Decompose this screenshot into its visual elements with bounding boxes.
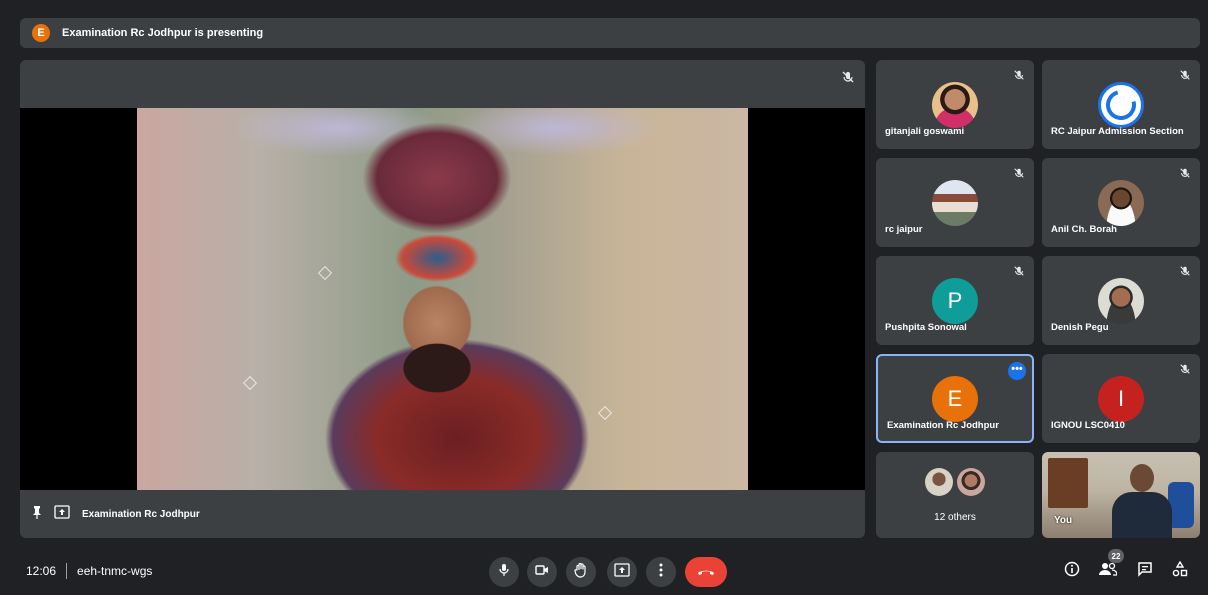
avatar: E <box>932 376 978 422</box>
participant-tile[interactable]: gitanjali goswami <box>876 60 1034 149</box>
present-button[interactable] <box>607 557 637 587</box>
meeting-code: eeh-tnmc-wgs <box>77 564 153 578</box>
self-view-tile[interactable]: You <box>1042 452 1200 538</box>
activities-button[interactable] <box>1168 559 1192 583</box>
presenter-avatar: E <box>32 24 50 42</box>
raise-hand-button[interactable] <box>566 557 596 587</box>
self-video <box>1112 462 1172 538</box>
mic-off-icon <box>841 70 855 89</box>
main-tile-footer: Examination Rc Jodhpur <box>20 490 865 538</box>
avatar <box>1098 180 1144 226</box>
mic-off-icon <box>1179 264 1191 282</box>
mic-off-icon <box>1013 166 1025 184</box>
people-icon <box>1099 562 1118 581</box>
camera-button[interactable] <box>527 557 557 587</box>
chat-icon <box>1137 561 1153 582</box>
participant-name: Denish Pegu <box>1051 322 1109 333</box>
pin-icon[interactable] <box>30 505 44 524</box>
meeting-time: 12:06 <box>26 564 57 578</box>
avatar <box>957 468 985 496</box>
decor-shape <box>597 405 613 421</box>
presenting-banner: E Examination Rc Jodhpur is presenting <box>20 18 1200 48</box>
others-tile[interactable]: 12 others <box>876 452 1034 538</box>
background-shelf <box>1048 458 1088 508</box>
meeting-info-button[interactable] <box>1060 559 1084 583</box>
present-icon <box>614 562 630 582</box>
more-options-button[interactable] <box>646 557 676 587</box>
participant-tile[interactable]: I IGNOU LSC0410 <box>1042 354 1200 443</box>
camera-icon <box>535 563 549 581</box>
mic-button[interactable] <box>489 557 519 587</box>
mic-icon <box>498 563 510 582</box>
presenter-name: Examination Rc Jodhpur <box>82 508 200 520</box>
end-call-button[interactable] <box>685 557 727 587</box>
participant-name: Pushpita Sonowal <box>885 322 967 333</box>
shared-screen-video <box>20 108 865 490</box>
participant-name: Anil Ch. Borah <box>1051 224 1117 235</box>
activities-icon <box>1172 560 1188 582</box>
main-presentation-tile[interactable]: Examination Rc Jodhpur <box>20 60 865 538</box>
avatar <box>932 82 978 128</box>
video-frame <box>137 108 748 490</box>
mic-off-icon <box>1013 264 1025 282</box>
participant-tile[interactable]: rc jaipur <box>876 158 1034 247</box>
avatar <box>1098 278 1144 324</box>
bottom-toolbar: 12:06 eeh-tnmc-wgs <box>0 545 1208 595</box>
participant-tile[interactable]: RC Jaipur Admission Section <box>1042 60 1200 149</box>
participant-tile[interactable]: P Pushpita Sonowal <box>876 256 1034 345</box>
self-label: You <box>1054 515 1073 526</box>
participant-name: IGNOU LSC0410 <box>1051 420 1125 431</box>
presenting-screen-icon <box>54 504 70 524</box>
participant-name: gitanjali goswami <box>885 126 965 137</box>
decor-shape <box>317 265 333 281</box>
participant-name: rc jaipur <box>885 224 923 235</box>
mic-off-icon <box>1179 68 1191 86</box>
mic-off-icon <box>1179 166 1191 184</box>
info-icon <box>1064 561 1080 582</box>
participant-tile[interactable]: Denish Pegu <box>1042 256 1200 345</box>
more-options-button[interactable]: ••• <box>1008 362 1026 380</box>
participant-name: Examination Rc Jodhpur <box>887 420 999 431</box>
others-avatars <box>925 468 985 496</box>
avatar: I <box>1098 376 1144 422</box>
participant-tile[interactable]: Anil Ch. Borah <box>1042 158 1200 247</box>
participant-tile-active[interactable]: ••• E Examination Rc Jodhpur <box>876 354 1034 443</box>
raise-hand-icon <box>574 562 588 583</box>
presenting-text: Examination Rc Jodhpur is presenting <box>62 27 264 39</box>
mic-off-icon <box>1013 68 1025 86</box>
decor-shape <box>242 375 258 391</box>
others-count: 12 others <box>934 512 976 523</box>
avatar <box>932 180 978 226</box>
mic-off-icon <box>1179 362 1191 380</box>
ignou-logo-icon <box>1098 82 1144 128</box>
avatar <box>925 468 953 496</box>
avatar: P <box>932 278 978 324</box>
more-vert-icon <box>659 563 663 582</box>
chat-button[interactable] <box>1133 559 1157 583</box>
people-count-badge: 22 <box>1108 549 1124 563</box>
participant-name: RC Jaipur Admission Section <box>1051 126 1184 137</box>
end-call-icon <box>697 563 715 581</box>
meeting-info: 12:06 eeh-tnmc-wgs <box>26 563 152 579</box>
